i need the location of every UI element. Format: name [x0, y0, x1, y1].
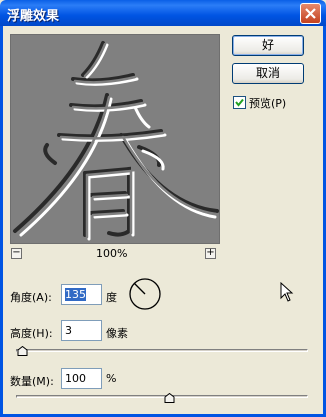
preview-image[interactable] [10, 34, 220, 244]
amount-value: 100 [65, 372, 86, 385]
zoom-in-button[interactable]: + [205, 248, 216, 259]
zoom-level: 100% [96, 247, 128, 260]
height-slider-track[interactable] [16, 349, 308, 352]
amount-slider-thumb[interactable] [164, 393, 175, 403]
close-icon [305, 8, 316, 19]
title-bar: 浮雕效果 [0, 0, 326, 26]
angle-dial-icon[interactable] [128, 277, 162, 311]
zoom-out-button[interactable]: − [11, 248, 22, 259]
angle-value: 135 [65, 288, 86, 301]
angle-label: 角度(A): [10, 291, 52, 304]
close-button[interactable] [300, 3, 321, 24]
preview-checkbox[interactable] [233, 96, 246, 109]
height-label: 高度(H): [10, 327, 53, 340]
height-unit: 像素 [106, 327, 128, 340]
amount-slider-track[interactable] [16, 395, 308, 398]
angle-unit: 度 [106, 291, 117, 304]
ok-button[interactable]: 好 [232, 35, 304, 56]
height-value: 3 [65, 324, 72, 337]
height-input[interactable]: 3 [61, 320, 102, 341]
preview-label[interactable]: 预览(P) [249, 95, 286, 111]
cancel-button[interactable]: 取消 [232, 63, 304, 84]
embossed-glyph-image [13, 41, 219, 241]
angle-input[interactable]: 135 [61, 284, 102, 305]
amount-unit: % [106, 372, 117, 385]
amount-label: 数量(M): [10, 375, 54, 388]
height-slider-thumb[interactable] [17, 346, 28, 356]
mouse-pointer-icon [280, 282, 294, 302]
window-title: 浮雕效果 [7, 9, 60, 24]
amount-input[interactable]: 100 [61, 368, 102, 389]
checkmark-icon [235, 98, 244, 107]
